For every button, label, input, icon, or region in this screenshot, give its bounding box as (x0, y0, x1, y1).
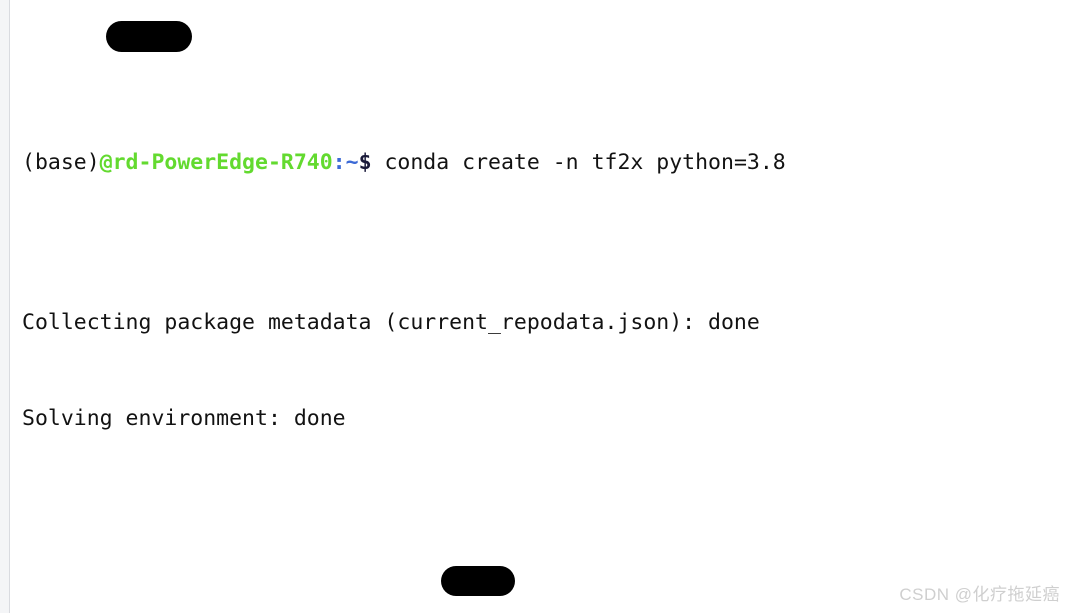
prompt-env: (base) (22, 150, 100, 175)
prompt-command: conda create -n tf2x python=3.8 (371, 150, 786, 175)
prompt-host: @rd-PowerEdge-R740 (99, 150, 333, 175)
csdn-watermark: CSDN @化疗拖延癌 (899, 585, 1060, 604)
terminal-output[interactable]: (base)@rd-PowerEdge-R740:~$ conda create… (22, 19, 1072, 613)
prompt-symbol: $ (358, 150, 372, 175)
redaction-blob-username-path (441, 566, 515, 596)
prompt-path: :~ (332, 150, 359, 175)
output-line-blank (22, 499, 1072, 531)
output-line: Solving environment: done (22, 406, 346, 431)
left-gutter-divider (9, 0, 10, 613)
output-line: Collecting package metadata (current_rep… (22, 310, 760, 335)
redaction-blob-username-prompt (106, 21, 192, 52)
left-gutter (0, 0, 9, 613)
prompt-line: (base)@rd-PowerEdge-R740:~$ conda create… (22, 147, 1072, 179)
terminal-screen: (base)@rd-PowerEdge-R740:~$ conda create… (0, 0, 1072, 613)
